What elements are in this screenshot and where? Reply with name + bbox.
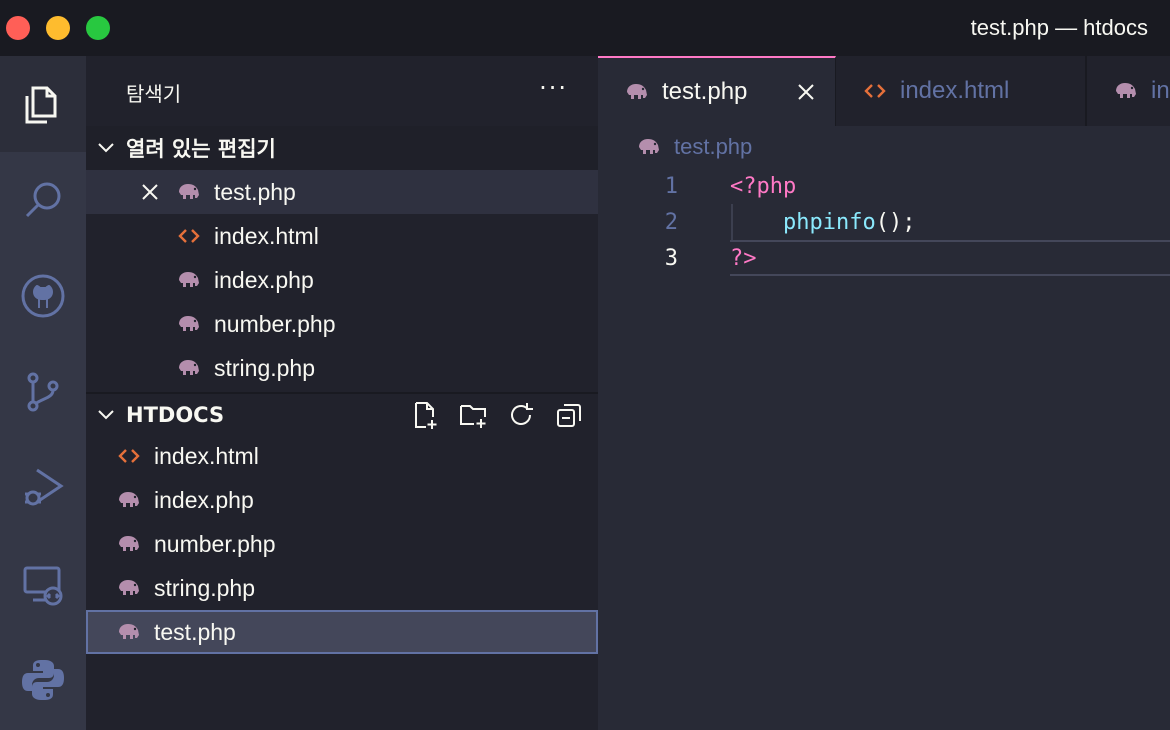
sidebar-title: 탐색기 (126, 82, 182, 106)
folder-header[interactable]: HTDOCS (86, 392, 598, 436)
file-name: index.html (154, 442, 259, 469)
code-line-current[interactable]: 3 ?> (598, 240, 1170, 276)
new-file-icon[interactable] (410, 400, 440, 430)
breadcrumb[interactable]: test.php (636, 134, 752, 160)
chevron-down-icon (98, 143, 114, 153)
php-file-icon (176, 311, 202, 337)
remote-explorer-icon[interactable] (0, 536, 86, 632)
tab-label: in (1151, 77, 1170, 104)
php-file-icon (116, 531, 142, 557)
php-file-icon (176, 267, 202, 293)
github-icon[interactable] (0, 248, 86, 344)
php-file-icon (176, 179, 202, 205)
php-file-icon (176, 355, 202, 381)
collapse-all-icon[interactable] (554, 400, 584, 430)
file-tree-item[interactable]: test.php (86, 610, 598, 654)
folder-title: HTDOCS (126, 403, 225, 427)
file-tree-item[interactable]: index.php (86, 478, 598, 522)
line-number: 3 (664, 245, 678, 271)
open-editor-label: string.php (214, 354, 316, 381)
tab-label: index.html (900, 77, 1010, 104)
new-folder-icon[interactable] (458, 400, 488, 430)
folder-actions (410, 400, 584, 430)
php-file-icon (1113, 78, 1139, 104)
html-file-icon (116, 443, 142, 469)
breadcrumb-file: test.php (674, 134, 753, 159)
open-editor-item[interactable]: number.php (86, 302, 598, 346)
file-tree-item[interactable]: number.php (86, 522, 598, 566)
line-number: 1 (664, 173, 678, 199)
file-name: index.php (154, 486, 254, 513)
open-editor-label: number.php (214, 310, 336, 337)
tab-test-php[interactable]: test.php (598, 56, 836, 126)
html-file-icon (176, 223, 202, 249)
tab-index-html[interactable]: index.html (836, 56, 1086, 126)
more-actions-button[interactable]: ··· (539, 74, 568, 102)
open-editor-label: index.php (214, 266, 314, 293)
code-text: phpinfo(); (782, 209, 916, 235)
run-debug-icon[interactable] (0, 440, 86, 536)
window-title: test.php — htdocs (970, 15, 1148, 40)
open-editor-item[interactable]: test.php (86, 170, 598, 214)
tab-label: test.php (662, 78, 748, 105)
php-file-icon (116, 487, 142, 513)
code-line[interactable]: 1 <?php (598, 168, 1170, 204)
minimize-window-button[interactable] (46, 16, 70, 40)
open-editors-header[interactable]: 열려 있는 편집기 (86, 126, 598, 170)
open-editor-item[interactable]: string.php (86, 346, 598, 390)
line-number: 2 (664, 209, 678, 235)
title-bar: test.php — htdocs (0, 0, 1170, 56)
close-icon[interactable] (138, 180, 162, 204)
refresh-icon[interactable] (506, 400, 536, 430)
file-name: string.php (154, 574, 256, 601)
explorer-icon[interactable] (0, 56, 86, 152)
editor-tabs: test.php index.html in (598, 56, 1170, 126)
open-editor-item[interactable]: index.php (86, 258, 598, 302)
php-file-icon (116, 619, 142, 645)
file-name: test.php (154, 618, 236, 645)
tab-index-php[interactable]: in (1086, 56, 1170, 126)
chevron-down-icon (98, 410, 114, 420)
editor-area: test.php index.html in test.php 1 <?php … (598, 56, 1170, 730)
code-text: ?> (730, 245, 757, 271)
html-file-icon (862, 78, 888, 104)
php-file-icon (636, 134, 662, 160)
python-icon[interactable] (0, 632, 86, 728)
file-name: number.php (154, 530, 276, 557)
open-editor-item[interactable]: index.html (86, 214, 598, 258)
code-line[interactable]: 2 phpinfo(); (598, 204, 1170, 240)
current-line-highlight (730, 240, 1170, 276)
open-editor-label: test.php (214, 178, 296, 205)
sidebar-header: 탐색기 ··· (86, 56, 598, 126)
search-icon[interactable] (0, 152, 86, 248)
maximize-window-button[interactable] (86, 16, 110, 40)
close-window-button[interactable] (6, 16, 30, 40)
code-text: <?php (730, 173, 797, 199)
activity-bar (0, 56, 86, 730)
open-editor-label: index.html (214, 222, 319, 249)
file-tree-item[interactable]: string.php (86, 566, 598, 610)
explorer-sidebar: 탐색기 ··· 열려 있는 편집기 test.php index.html in… (86, 56, 598, 730)
source-control-icon[interactable] (0, 344, 86, 440)
open-editors-title: 열려 있는 편집기 (126, 137, 276, 161)
php-file-icon (624, 79, 650, 105)
file-tree-item[interactable]: index.html (86, 434, 598, 478)
close-icon[interactable] (795, 81, 817, 103)
php-file-icon (116, 575, 142, 601)
